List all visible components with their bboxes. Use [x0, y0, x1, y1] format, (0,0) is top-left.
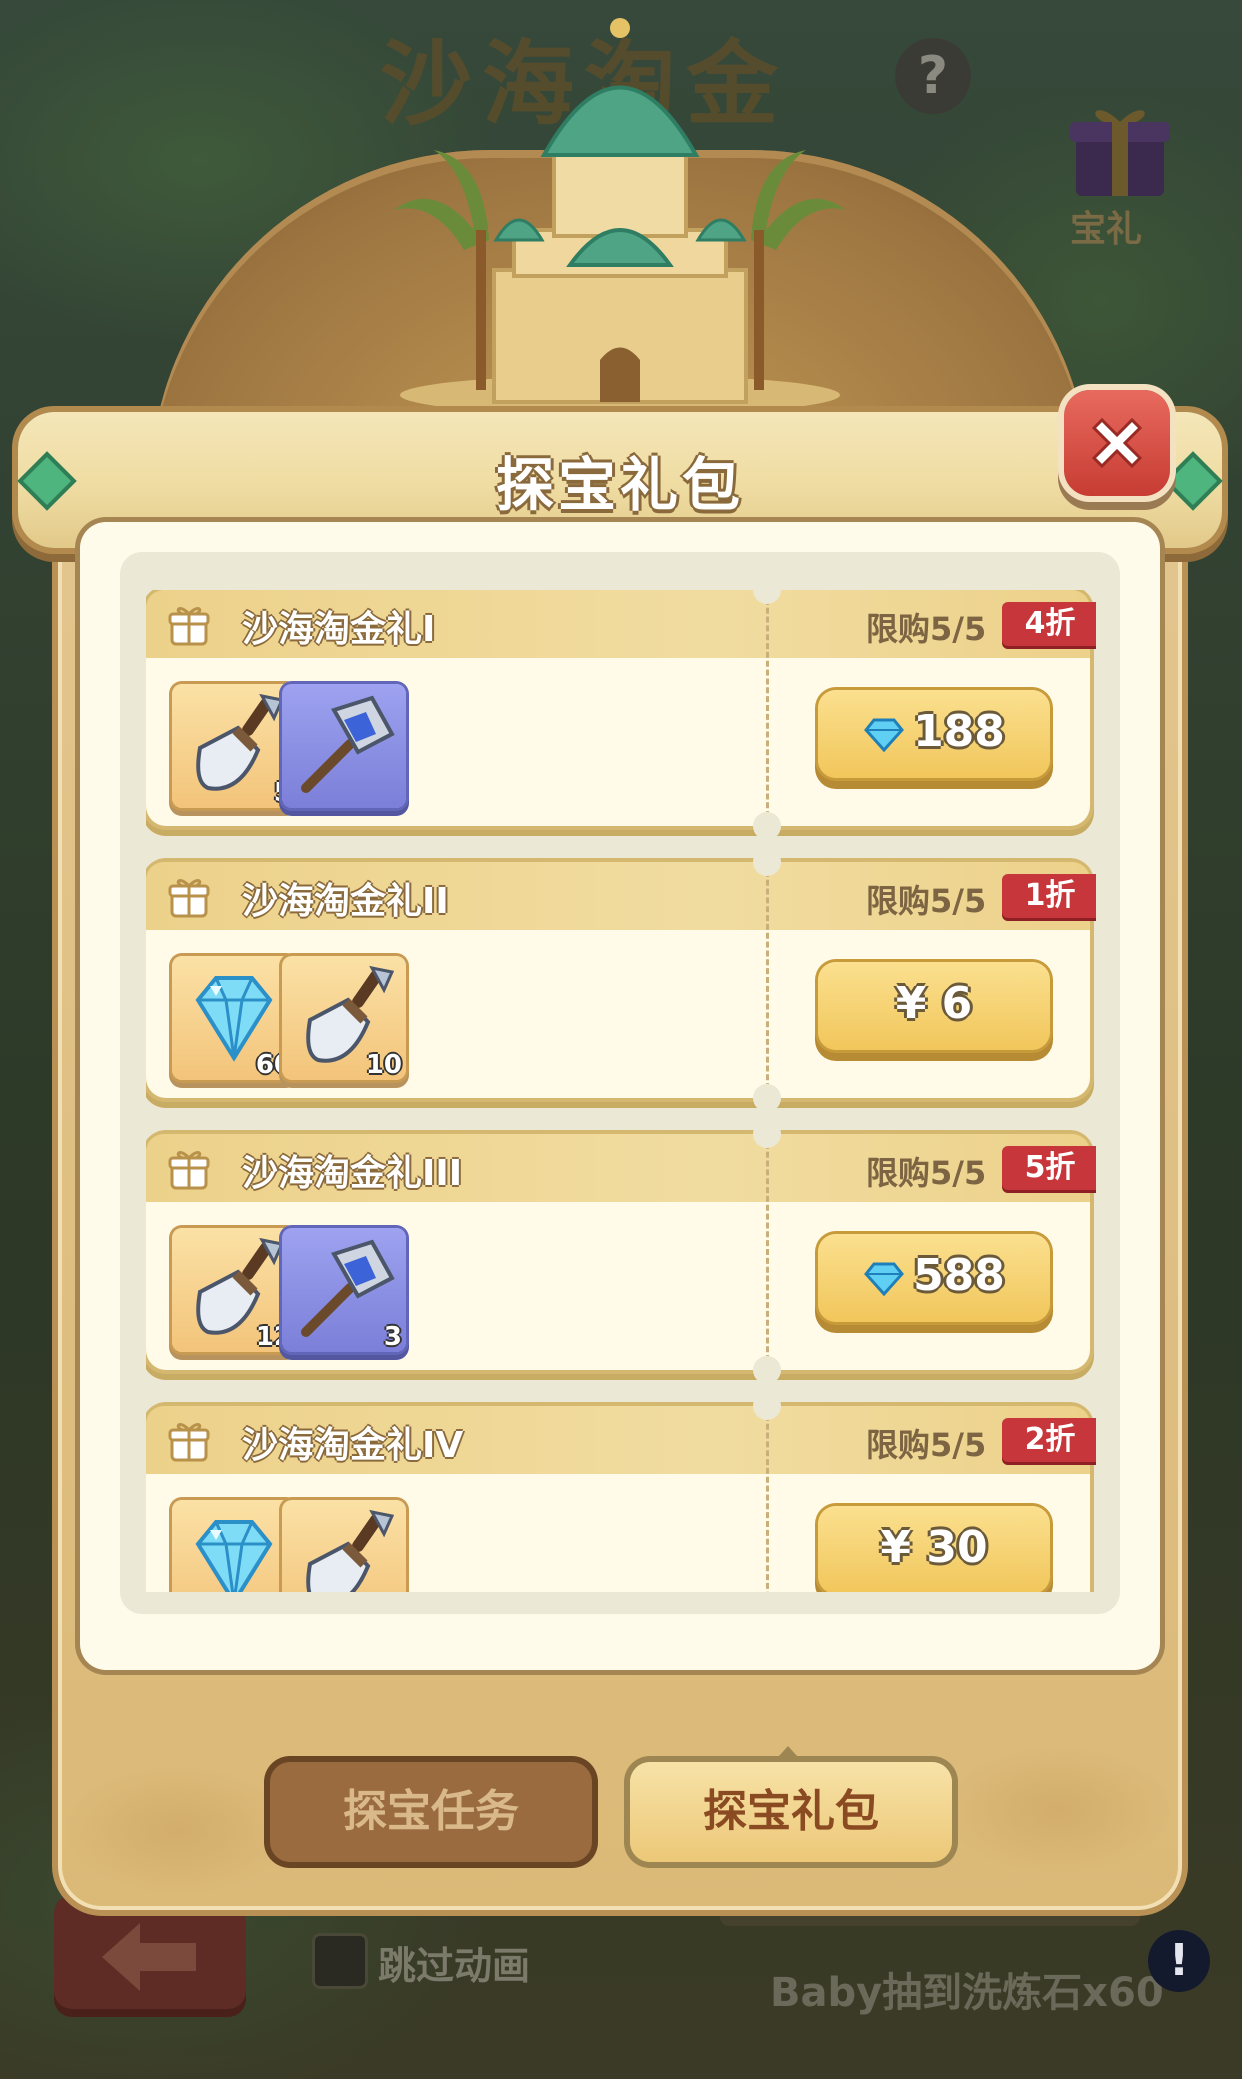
purchase-limit: 限购5/5 — [866, 1426, 987, 1464]
close-button[interactable] — [1064, 390, 1170, 496]
reward-item[interactable]: 3 — [282, 1228, 406, 1352]
pack-card: 沙海淘金礼III 限购5/5 5折 12 3 588 — [146, 1120, 1096, 1384]
pack-name: 沙海淘金礼IV — [242, 1425, 464, 1466]
buy-button[interactable]: 188 — [818, 690, 1050, 778]
treasure-pack-modal: 探宝礼包 沙海淘金礼I 限购5/5 4折 5 188 沙海淘金礼II 限购5/5 1折 60 10… — [17, 18, 1223, 1910]
purchase-limit: 限购5/5 — [866, 882, 987, 920]
buy-button[interactable]: ¥ 6 — [818, 962, 1050, 1050]
card-notch — [753, 1392, 781, 1420]
discount-badge: 1折 — [1002, 874, 1096, 918]
price-label: ¥ 30 — [880, 1522, 988, 1573]
ticker-text: Baby抽到洗炼石x60 — [770, 1970, 1164, 2016]
pack-name: 沙海淘金礼II — [242, 881, 449, 922]
price-label: ¥ 6 — [895, 978, 973, 1029]
gift-pack-icon — [168, 604, 210, 646]
pack-list[interactable]: 沙海淘金礼I限购5/54折5188沙海淘金礼II限购5/51折6010¥ 6沙海… — [146, 590, 1096, 1592]
reward-item[interactable]: 12 — [172, 1228, 296, 1352]
gift-pack-icon — [168, 1148, 210, 1190]
tab-treasure-tasks[interactable]: 探宝任务 — [270, 1762, 592, 1862]
discount-badge: 5折 — [1002, 1146, 1096, 1190]
purchase-limit: 限购5/5 — [866, 610, 987, 648]
content-area: 沙海淘金礼I限购5/54折5188沙海淘金礼II限购5/51折6010¥ 6沙海… — [80, 522, 1160, 1670]
item-count: 10 — [365, 1050, 402, 1080]
exclamation-icon: ! — [1168, 1935, 1190, 1986]
card-divider — [766, 590, 769, 826]
price-label: 188 — [913, 706, 1005, 757]
reward-item[interactable]: 5 — [172, 684, 296, 808]
pack-name: 沙海淘金礼III — [242, 1153, 463, 1194]
discount-badge: 4折 — [1002, 602, 1096, 646]
buy-button[interactable]: 588 — [818, 1234, 1050, 1322]
pack-name: 沙海淘金礼I — [242, 609, 436, 650]
buy-button[interactable]: ¥ 30 — [818, 1506, 1050, 1592]
panel-decor — [58, 1690, 1182, 1910]
back-button[interactable] — [54, 1895, 246, 2017]
pack-card: 沙海淘金礼II 限购5/5 1折 60 10 ¥ 6 — [146, 848, 1096, 1112]
card-notch — [753, 1120, 781, 1148]
arrow-left-icon — [102, 1923, 196, 1991]
item-count: 3 — [383, 1322, 402, 1352]
price-label: 588 — [913, 1250, 1005, 1301]
reward-item[interactable]: 60 — [172, 956, 296, 1080]
reward-item[interactable] — [282, 684, 406, 808]
card-notch — [753, 848, 781, 876]
question-mark-icon: ? — [917, 46, 949, 106]
reward-item[interactable]: 300 — [172, 1500, 296, 1592]
card-divider — [766, 1406, 769, 1592]
ticker-bar — [720, 1908, 1140, 1926]
card-divider — [766, 862, 769, 1098]
reward-item[interactable]: 15 — [282, 1500, 406, 1592]
pack-card: 沙海淘金礼I 限购5/5 4折 5 188 — [146, 590, 1096, 840]
card-notch — [753, 1084, 781, 1112]
palace-illustration — [394, 18, 846, 412]
help-button[interactable]: ? — [895, 38, 971, 114]
card-notch — [753, 812, 781, 840]
modal-title: 探宝礼包 — [495, 451, 744, 519]
discount-badge: 2折 — [1002, 1418, 1096, 1462]
gift-pack-icon — [168, 1420, 210, 1462]
pack-card: 沙海淘金礼IV 限购5/5 2折 30015 ¥ 30 — [146, 1392, 1096, 1592]
skip-animation-checkbox[interactable] — [312, 1933, 368, 1989]
gift-pack-icon — [168, 876, 210, 918]
tab-treasure-packs[interactable]: 探宝礼包 — [630, 1762, 952, 1862]
info-button[interactable]: ! — [1148, 1930, 1210, 1992]
skip-animation-label: 跳过动画 — [378, 1944, 531, 1988]
purchase-limit: 限购5/5 — [866, 1154, 987, 1192]
reward-item[interactable]: 10 — [282, 956, 406, 1080]
pack-list-frame: 沙海淘金礼I限购5/54折5188沙海淘金礼II限购5/51折6010¥ 6沙海… — [120, 552, 1120, 1614]
close-icon — [1091, 417, 1143, 469]
card-notch — [753, 1356, 781, 1384]
card-divider — [766, 1134, 769, 1370]
